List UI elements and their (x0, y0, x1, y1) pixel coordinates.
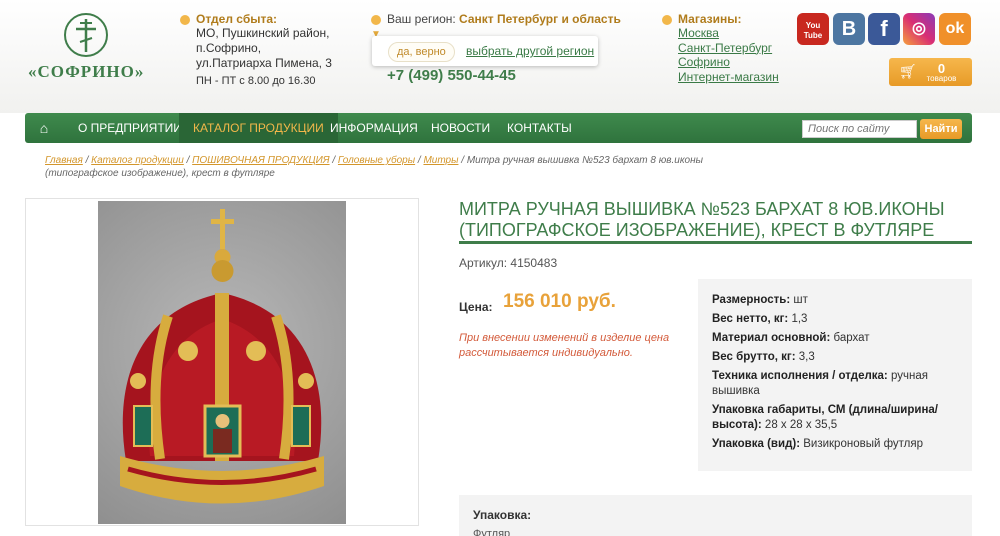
price-note: При внесении изменений в изделие цена ра… (459, 332, 670, 359)
spec-value: шт (793, 294, 808, 306)
nav-item-info[interactable]: ИНФОРМАЦИЯ (318, 113, 430, 143)
cart-label: товаров (926, 74, 957, 83)
cart-button[interactable]: 🛒︎ 0 товаров (889, 58, 972, 86)
spec-row: Вес брутто, кг: 3,3 (712, 350, 960, 365)
spec-name: Упаковка (вид): (712, 438, 801, 450)
shops-title: Магазины: (678, 12, 742, 26)
sales-department: Отдел сбыта: МО, Пушкинский район, п.Соф… (180, 12, 340, 87)
instagram-icon[interactable]: ◎ (903, 13, 935, 45)
shop-link-online[interactable]: Интернет-магазин (662, 70, 802, 85)
product-sku: Артикул: 4150483 (459, 256, 558, 270)
breadcrumb-link[interactable]: Митры (423, 155, 458, 166)
region-label: Ваш регион: (387, 12, 456, 26)
shop-link-moscow[interactable]: Москва (662, 26, 802, 41)
search-button[interactable]: Найти (920, 119, 962, 139)
shop-link-spb[interactable]: Санкт-Петербург (662, 41, 802, 56)
breadcrumb-link[interactable]: ПОШИВОЧНАЯ ПРОДУКЦИЯ (192, 155, 329, 166)
breadcrumb-link[interactable]: Головные уборы (338, 155, 415, 166)
region-confirm-button[interactable]: да, верно (388, 42, 455, 62)
facebook-icon[interactable]: f (868, 13, 900, 45)
spec-name: Вес брутто, кг: (712, 351, 796, 363)
spec-name: Материал основной: (712, 332, 831, 344)
nav-item-news[interactable]: НОВОСТИ (419, 113, 502, 143)
youtube-icon[interactable]: You Tube (797, 13, 829, 45)
product-title: МИТРА РУЧНАЯ ВЫШИВКА №523 БАРХАТ 8 ЮВ.ИК… (459, 199, 945, 240)
nav-item-about[interactable]: О ПРЕДПРИЯТИИ (65, 113, 195, 143)
breadcrumb-link[interactable]: Каталог продукции (91, 155, 184, 166)
cart-icon: 🛒︎ (899, 63, 917, 79)
breadcrumb-link[interactable]: Главная (45, 155, 83, 166)
home-icon[interactable]: ⌂ (25, 113, 63, 143)
spec-row: Упаковка габариты, СМ (длина/ширина/высо… (712, 403, 960, 433)
shops-list: Магазины: Москва Санкт-Петербург Софрино… (662, 12, 802, 84)
site-header: «СОФРИНО» Отдел сбыта: МО, Пушкинский ра… (0, 0, 1000, 113)
sales-address-line: п.Софрино, (196, 41, 262, 55)
sales-address-line: МО, Пушкинский район, (196, 26, 330, 40)
spec-row: Техника исполнения / отделка: ручная выш… (712, 369, 960, 399)
spec-row: Вес нетто, кг: 1,3 (712, 312, 960, 327)
nav-item-contacts[interactable]: КОНТАКТЫ (495, 113, 584, 143)
product-image-frame[interactable] (25, 198, 419, 526)
price-label: Цена: (459, 300, 493, 314)
social-links: You Tube B f ◎ ok (797, 13, 973, 45)
mitre-image (120, 209, 324, 504)
region-change-link[interactable]: выбрать другой регион (466, 44, 594, 58)
spec-row: Упаковка (вид): Визикроновый футляр (712, 437, 960, 452)
spec-value: 1,3 (791, 313, 808, 325)
product-photo[interactable] (98, 201, 346, 524)
shop-link-sofrino[interactable]: Софрино (662, 55, 802, 70)
packaging-block: Упаковка: Футляр (459, 495, 972, 536)
spec-value: Визикроновый футляр (803, 438, 924, 450)
spec-name: Вес нетто, кг: (712, 313, 789, 325)
sales-title: Отдел сбыта: (196, 12, 278, 26)
search-input[interactable] (802, 120, 917, 138)
sales-hours: ПН - ПТ с 8.00 до 16.30 (196, 75, 316, 87)
spec-name: Размерность: (712, 294, 791, 306)
region-confirm-popup: да, верно выбрать другой регион (372, 36, 598, 66)
spec-row: Материал основной: бархат (712, 331, 960, 346)
vk-icon[interactable]: B (833, 13, 865, 45)
product-price: 156 010 руб. (503, 291, 616, 312)
cross-emblem-icon (64, 13, 108, 57)
packaging-title: Упаковка: (473, 508, 532, 522)
title-divider (459, 241, 972, 244)
nav-item-catalog[interactable]: КАТАЛОГ ПРОДУКЦИИ (179, 113, 338, 143)
spec-row: Размерность: шт (712, 293, 960, 308)
phone-number[interactable]: +7 (499) 550-44-45 (387, 67, 516, 84)
marker-dot-icon (371, 14, 381, 25)
brand-name: «СОФРИНО» (28, 62, 145, 81)
region-value[interactable]: Санкт Петербург и область (459, 12, 621, 26)
marker-dot-icon (662, 14, 672, 25)
spec-value: 3,3 (798, 351, 815, 363)
site-logo[interactable]: «СОФРИНО» (28, 12, 143, 87)
marker-dot-icon (180, 14, 190, 25)
product-specs: Размерность: шт Вес нетто, кг: 1,3 Матер… (698, 279, 972, 471)
spec-value: бархат (833, 332, 870, 344)
odnoklassniki-icon[interactable]: ok (939, 13, 971, 45)
spec-value: 28 x 28 x 35,5 (764, 419, 838, 431)
spec-name: Техника исполнения / отделка: (712, 370, 888, 382)
breadcrumb: Главная / Каталог продукции / ПОШИВОЧНАЯ… (45, 155, 703, 179)
packaging-value: Футляр (473, 528, 511, 536)
sales-address-line: ул.Патриарха Пимена, 3 (196, 56, 332, 70)
